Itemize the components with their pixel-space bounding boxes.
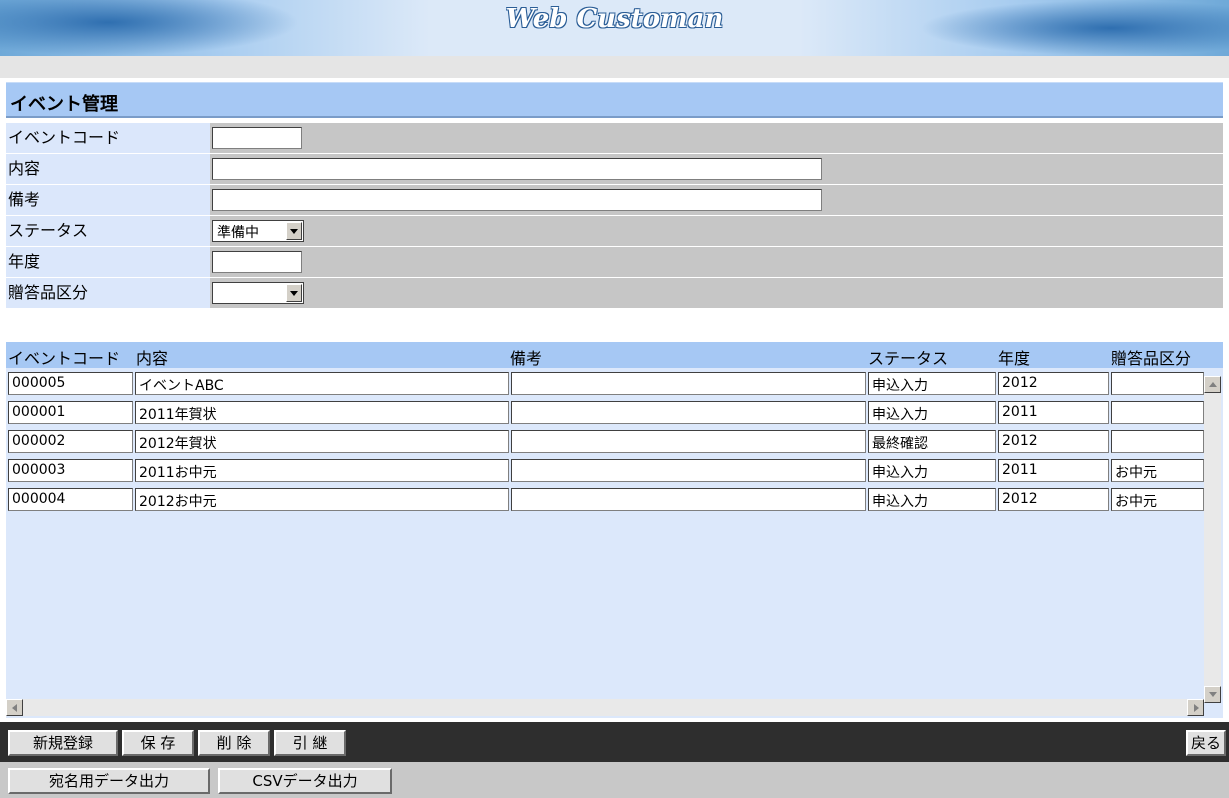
spacer-bar bbox=[0, 56, 1229, 78]
form-row-remarks: 備考 bbox=[6, 185, 1223, 216]
status-label: ステータス bbox=[6, 216, 210, 246]
cell-remarks[interactable] bbox=[511, 459, 866, 482]
csv-data-export-button[interactable]: CSVデータ出力 bbox=[218, 768, 392, 794]
content-label: 内容 bbox=[6, 154, 210, 184]
cell-event-code[interactable]: 000001 bbox=[8, 401, 133, 424]
event-code-label: イベントコード bbox=[6, 123, 210, 153]
column-header-gift-category[interactable]: 贈答品区分 bbox=[1111, 345, 1191, 369]
search-form: イベントコード 内容 備考 ステータス 準備中 年度 贈答品区分 bbox=[6, 123, 1223, 309]
inherit-button[interactable]: 引 継 bbox=[274, 730, 346, 756]
cell-content[interactable]: 2012お中元 bbox=[135, 488, 509, 511]
cell-event-code[interactable]: 000002 bbox=[8, 430, 133, 453]
status-select[interactable]: 準備中 bbox=[212, 220, 304, 242]
cell-status[interactable]: 最終確認 bbox=[868, 430, 996, 453]
cell-year[interactable]: 2011 bbox=[998, 401, 1109, 424]
column-header-remarks[interactable]: 備考 bbox=[510, 345, 542, 369]
column-header-event-code[interactable]: イベントコード bbox=[8, 345, 120, 369]
event-grid: 000005 イベントABC 申込入力 2012 000001 2011年賀状 … bbox=[6, 368, 1223, 718]
column-header-status[interactable]: ステータス bbox=[868, 345, 948, 369]
cell-event-code[interactable]: 000004 bbox=[8, 488, 133, 511]
new-register-button[interactable]: 新規登録 bbox=[8, 730, 118, 756]
form-row-status: ステータス 準備中 bbox=[6, 216, 1223, 247]
grid-header: イベントコード 内容 備考 ステータス 年度 贈答品区分 bbox=[6, 342, 1223, 368]
column-header-year[interactable]: 年度 bbox=[998, 345, 1030, 369]
table-row[interactable]: 000004 2012お中元 申込入力 2012 お中元 bbox=[6, 484, 1204, 513]
grid-vertical-scrollbar[interactable] bbox=[1204, 376, 1221, 703]
table-row[interactable]: 000003 2011お中元 申込入力 2011 お中元 bbox=[6, 455, 1204, 484]
cell-gift-category[interactable]: お中元 bbox=[1111, 459, 1204, 482]
cell-remarks[interactable] bbox=[511, 488, 866, 511]
column-header-content[interactable]: 内容 bbox=[136, 345, 168, 369]
export-bar: 宛名用データ出力 CSVデータ出力 bbox=[0, 762, 1229, 798]
form-row-content: 内容 bbox=[6, 154, 1223, 185]
table-row[interactable]: 000002 2012年賀状 最終確認 2012 bbox=[6, 426, 1204, 455]
chevron-down-icon[interactable] bbox=[286, 222, 302, 240]
gift-category-label: 贈答品区分 bbox=[6, 278, 210, 308]
app-banner: Web Customan bbox=[0, 0, 1229, 56]
scroll-up-arrow-icon[interactable] bbox=[1204, 376, 1221, 393]
scroll-down-arrow-icon[interactable] bbox=[1204, 686, 1221, 703]
back-button[interactable]: 戻る bbox=[1186, 730, 1226, 756]
form-row-event-code: イベントコード bbox=[6, 123, 1223, 154]
cell-gift-category[interactable] bbox=[1111, 372, 1204, 395]
scroll-left-arrow-icon[interactable] bbox=[6, 699, 23, 716]
table-row[interactable]: 000001 2011年賀状 申込入力 2011 bbox=[6, 397, 1204, 426]
cell-remarks[interactable] bbox=[511, 430, 866, 453]
content-input[interactable] bbox=[212, 158, 822, 180]
status-select-value: 準備中 bbox=[217, 225, 259, 241]
cell-year[interactable]: 2012 bbox=[998, 488, 1109, 511]
remarks-input[interactable] bbox=[212, 189, 822, 211]
table-row[interactable]: 000005 イベントABC 申込入力 2012 bbox=[6, 368, 1204, 397]
chevron-down-icon[interactable] bbox=[286, 284, 302, 302]
remarks-label: 備考 bbox=[6, 185, 210, 215]
app-title: Web Customan bbox=[505, 4, 724, 34]
cell-status[interactable]: 申込入力 bbox=[868, 459, 996, 482]
cell-remarks[interactable] bbox=[511, 372, 866, 395]
cell-remarks[interactable] bbox=[511, 401, 866, 424]
cell-status[interactable]: 申込入力 bbox=[868, 401, 996, 424]
cell-status[interactable]: 申込入力 bbox=[868, 488, 996, 511]
gift-category-select[interactable] bbox=[212, 282, 304, 304]
cell-event-code[interactable]: 000005 bbox=[8, 372, 133, 395]
form-row-gift-category: 贈答品区分 bbox=[6, 278, 1223, 309]
form-row-year: 年度 bbox=[6, 247, 1223, 278]
grid-horizontal-scrollbar[interactable] bbox=[6, 699, 1204, 716]
action-toolbar: 新規登録 保 存 削 除 引 継 戻る bbox=[0, 722, 1229, 762]
page-title: イベント管理 bbox=[10, 94, 118, 115]
cell-content[interactable]: 2012年賀状 bbox=[135, 430, 509, 453]
cell-status[interactable]: 申込入力 bbox=[868, 372, 996, 395]
year-label: 年度 bbox=[6, 247, 210, 277]
cell-gift-category[interactable] bbox=[1111, 430, 1204, 453]
cell-gift-category[interactable] bbox=[1111, 401, 1204, 424]
event-code-input[interactable] bbox=[212, 127, 302, 149]
section-header: イベント管理 bbox=[6, 82, 1223, 118]
cell-content[interactable]: 2011年賀状 bbox=[135, 401, 509, 424]
cell-content[interactable]: イベントABC bbox=[135, 372, 509, 395]
cell-event-code[interactable]: 000003 bbox=[8, 459, 133, 482]
save-button[interactable]: 保 存 bbox=[122, 730, 194, 756]
cell-year[interactable]: 2011 bbox=[998, 459, 1109, 482]
cell-gift-category[interactable]: お中元 bbox=[1111, 488, 1204, 511]
address-data-export-button[interactable]: 宛名用データ出力 bbox=[8, 768, 210, 794]
scroll-right-arrow-icon[interactable] bbox=[1187, 699, 1204, 716]
delete-button[interactable]: 削 除 bbox=[198, 730, 270, 756]
cell-year[interactable]: 2012 bbox=[998, 430, 1109, 453]
cell-content[interactable]: 2011お中元 bbox=[135, 459, 509, 482]
year-input[interactable] bbox=[212, 251, 302, 273]
cell-year[interactable]: 2012 bbox=[998, 372, 1109, 395]
